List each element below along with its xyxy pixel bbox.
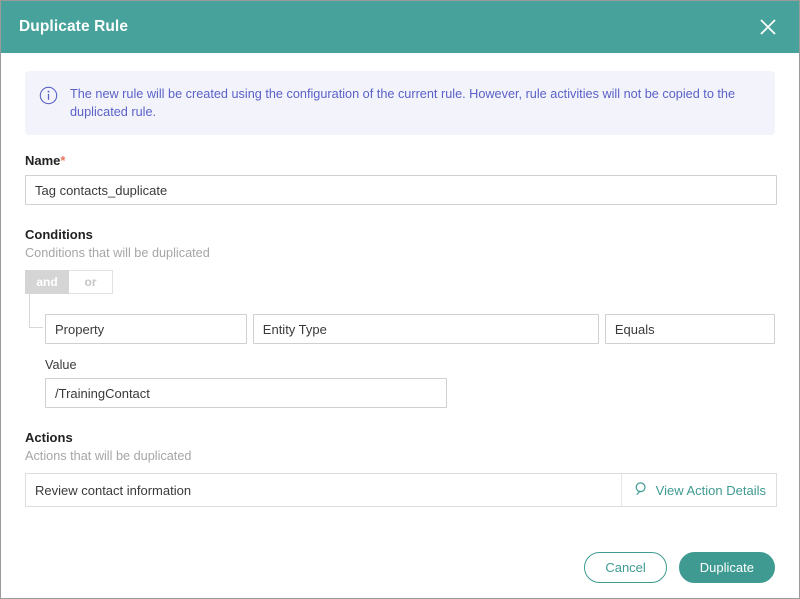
value-label: Value bbox=[45, 358, 775, 372]
conditions-subtitle: Conditions that will be duplicated bbox=[25, 246, 775, 260]
condition-operator-input[interactable]: Equals bbox=[605, 314, 775, 344]
action-name: Review contact information bbox=[35, 483, 191, 498]
dialog-body: The new rule will be created using the c… bbox=[1, 53, 799, 507]
dialog-footer: Cancel Duplicate bbox=[1, 536, 799, 598]
condition-entity-type-input[interactable]: Entity Type bbox=[253, 314, 599, 344]
cancel-button[interactable]: Cancel bbox=[584, 552, 666, 583]
and-or-toggle: and or bbox=[25, 270, 775, 294]
duplicate-rule-dialog: Duplicate Rule The new rule will be crea… bbox=[0, 0, 800, 599]
name-input[interactable]: Tag contacts_duplicate bbox=[25, 175, 777, 205]
conditions-title: Conditions bbox=[25, 227, 775, 242]
toggle-option-and[interactable]: and bbox=[25, 270, 69, 294]
condition-value-block: Value /TrainingContact bbox=[25, 358, 775, 408]
name-label-text: Name bbox=[25, 153, 60, 168]
action-list-item: Review contact information View Action D… bbox=[25, 473, 777, 507]
required-asterisk: * bbox=[60, 153, 65, 168]
tree-connector-line bbox=[29, 294, 43, 328]
info-banner-text: The new rule will be created using the c… bbox=[70, 85, 759, 121]
name-label: Name* bbox=[25, 153, 775, 168]
condition-group: Property Entity Type Equals bbox=[25, 294, 775, 344]
info-circle-icon bbox=[39, 86, 58, 110]
dialog-title: Duplicate Rule bbox=[19, 18, 128, 36]
dialog-titlebar: Duplicate Rule bbox=[1, 1, 799, 53]
condition-value-input[interactable]: /TrainingContact bbox=[45, 378, 447, 408]
view-action-details-label: View Action Details bbox=[656, 483, 766, 498]
condition-property-input[interactable]: Property bbox=[45, 314, 247, 344]
close-icon[interactable] bbox=[755, 14, 781, 40]
actions-subtitle: Actions that will be duplicated bbox=[25, 449, 775, 463]
condition-row: Property Entity Type Equals bbox=[45, 294, 775, 344]
toggle-option-or[interactable]: or bbox=[69, 270, 113, 294]
actions-title: Actions bbox=[25, 430, 775, 445]
duplicate-button[interactable]: Duplicate bbox=[679, 552, 775, 583]
search-icon bbox=[634, 481, 650, 500]
view-action-details-link[interactable]: View Action Details bbox=[621, 474, 776, 506]
info-banner: The new rule will be created using the c… bbox=[25, 71, 775, 135]
